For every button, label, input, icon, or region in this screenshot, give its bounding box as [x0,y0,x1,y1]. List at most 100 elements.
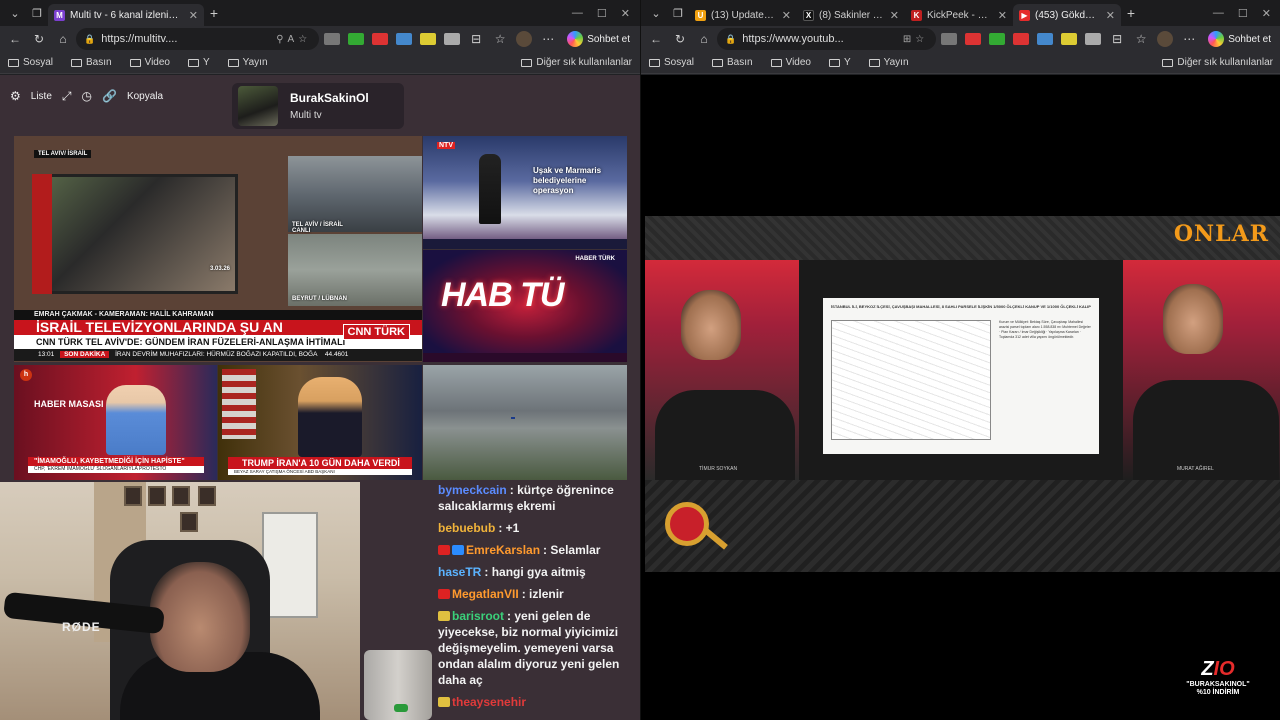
profile-card[interactable]: BurakSakinOl Multi tv [232,83,404,129]
copy-button[interactable]: Kopyala [127,91,163,102]
stream-tile-trump[interactable]: TRUMP İRAN'A 10 GÜN DAHA VERDİ BEYAZ SAR… [218,365,422,480]
extension-icon[interactable] [1037,33,1054,45]
tab-title: (453) Gökdelenl [1035,9,1099,21]
chat-username[interactable]: MegatlanVII [452,587,519,601]
extension-icon[interactable] [372,33,389,45]
bookmark-folder[interactable]: Yayın [868,57,909,68]
close-window-icon[interactable]: ✕ [1262,7,1271,20]
maximize-icon[interactable]: ☐ [1238,7,1248,20]
bookmark-folder[interactable]: Video [770,57,811,68]
bookmark-folder[interactable]: Basın [712,57,753,68]
close-tab-icon[interactable]: ✕ [998,9,1007,22]
bookmark-folder[interactable]: Sosyal [649,57,694,68]
close-tab-icon[interactable]: ✕ [782,9,791,22]
list-button[interactable]: Liste [31,91,52,102]
youtube-video-player[interactable]: ONLAR TİMUR SOYKAN İSTANBUL İLİ, BEYKOZ … [645,216,1280,572]
chat-username[interactable]: bebuebub [438,521,495,535]
extension-icon[interactable] [1085,33,1102,45]
profile-avatar[interactable] [1157,31,1174,47]
extension-icon[interactable] [396,33,413,45]
ticker-index: 44.4601 [324,351,349,358]
chat-username[interactable]: theaysenehir [452,695,526,709]
new-tab-button[interactable]: + [1121,5,1141,21]
tab-sakinler[interactable]: X (8) Sakinler Topluluk ✕ [797,4,905,26]
extension-icon[interactable] [1013,33,1030,45]
stream-tile-haber-masasi[interactable]: h HABER MASASI "İMAMOĞLU, KAYBETMEDİĞİ İ… [14,365,217,480]
chat-username[interactable]: bymeckcain [438,483,507,497]
back-icon[interactable]: ← [645,28,667,50]
glass-label [394,704,408,712]
home-icon[interactable]: ⌂ [52,28,74,50]
workspaces-icon[interactable]: ❐ [26,3,48,23]
address-bar[interactable]: 🔒 https://www.youtub... ⊞☆ [717,28,937,50]
tab-multitv[interactable]: M Multi tv - 6 kanal izleniyor ✕ [48,4,204,26]
chat-username[interactable]: barisroot [452,609,504,623]
extension-icon[interactable] [324,33,341,45]
chat-badge-icon [438,697,450,707]
chat-username[interactable]: EmreKarslan [466,543,540,557]
favorites-icon[interactable]: ☆ [489,28,511,50]
reload-icon[interactable]: ↻ [28,28,50,50]
settings-gear-icon[interactable]: ⚙ [10,89,21,103]
left-browser-window: ⌄ ❐ M Multi tv - 6 kanal izleniyor ✕ + —… [0,0,640,720]
address-bar-actions-icon[interactable]: ⚲A☆ [276,34,311,45]
workspaces-icon[interactable]: ❐ [667,3,689,23]
stream-tile-haberturk[interactable]: HABER TÜRK HAB TÜ [423,250,627,362]
extension-icon[interactable] [1061,33,1078,45]
copilot-chat-button[interactable]: Sohbet et [1202,31,1277,47]
extension-icon[interactable] [965,33,982,45]
minimize-icon[interactable]: — [572,7,583,20]
extension-icon[interactable] [348,33,365,45]
close-window-icon[interactable]: ✕ [621,7,630,20]
stream-tile-ntv[interactable]: NTV Uşak ve Marmaris belediyelerine oper… [423,136,627,249]
minimize-icon[interactable]: — [1213,7,1224,20]
bookmark-folder[interactable]: Sosyal [8,57,53,68]
more-icon[interactable]: ⋯ [1178,28,1200,50]
bookmark-folder[interactable]: Basın [71,57,112,68]
extension-icon[interactable] [444,33,461,45]
back-icon[interactable]: ← [4,28,26,50]
bookmark-folder[interactable]: Y [829,57,851,68]
channel-badge-icon: h [20,369,32,381]
fullscreen-icon[interactable]: ⤢ [62,89,72,104]
tab-actions-icon[interactable]: ⌄ [4,3,26,23]
tab-updates[interactable]: U (13) Updates Iran wa ✕ [689,4,797,26]
more-icon[interactable]: ⋯ [537,28,559,50]
bookmark-folder[interactable]: Y [188,57,210,68]
tab-actions-icon[interactable]: ⌄ [645,3,667,23]
extension-icon[interactable] [989,33,1006,45]
copilot-chat-button[interactable]: Sohbet et [561,31,636,47]
tab-youtube[interactable]: ▶ (453) Gökdelenl ✕ [1013,4,1121,26]
close-tab-icon[interactable]: ✕ [189,9,198,22]
split-screen-icon[interactable]: ⊟ [1106,28,1128,50]
extension-icon[interactable] [941,33,958,45]
favorites-icon[interactable]: ☆ [1130,28,1152,50]
other-favorites[interactable]: Diğer sık kullanılanlar [521,57,632,68]
home-icon[interactable]: ⌂ [693,28,715,50]
maximize-icon[interactable]: ☐ [597,7,607,20]
close-tab-icon[interactable]: ✕ [1106,9,1115,22]
extension-icon[interactable] [420,33,437,45]
chat-username[interactable]: haseTR [438,565,481,579]
profile-avatar[interactable] [516,31,533,47]
sponsor-logo-accent: IO [1213,658,1235,680]
bookmark-folder[interactable]: Video [129,57,170,68]
video-header-band: ONLAR [645,216,1280,260]
folder-icon [129,58,141,67]
youtube-page: ONLAR TİMUR SOYKAN İSTANBUL İLİ, BEYKOZ … [641,75,1280,720]
stream-tile-cnnturk[interactable]: TEL AVIV/ İSRAİL 3.03.26 TEL AVİV / İSRA… [14,136,422,362]
address-bar-actions-icon[interactable]: ⊞☆ [903,34,928,45]
timer-icon[interactable]: ◷ [82,89,92,103]
close-tab-icon[interactable]: ✕ [890,9,899,22]
folder-icon [868,58,880,67]
address-bar[interactable]: 🔒 https://multitv.... ⚲A☆ [76,28,320,50]
stream-tile-city-cam[interactable] [423,365,627,480]
other-favorites[interactable]: Diğer sık kullanılanlar [1162,57,1273,68]
split-screen-icon[interactable]: ⊟ [465,28,487,50]
new-tab-button[interactable]: + [204,5,224,21]
video-footer-band [645,480,1280,572]
tab-kickpeek[interactable]: K KickPeek - Kick.com ✕ [905,4,1013,26]
reload-icon[interactable]: ↻ [669,28,691,50]
bookmark-folder[interactable]: Yayın [227,57,268,68]
host-face [681,290,741,360]
